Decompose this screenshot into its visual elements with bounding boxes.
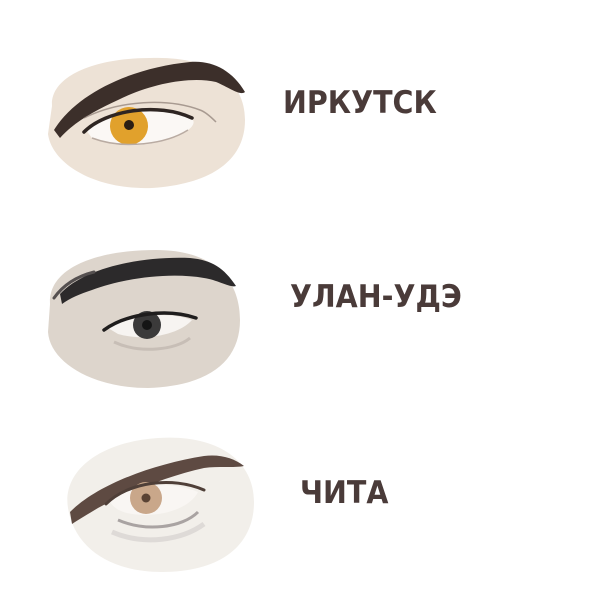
eye-illustration-ulan-ude: [48, 250, 240, 388]
pupil: [124, 120, 134, 130]
eye-illustration-chita: [67, 437, 254, 572]
eye-illustration-irkutsk: [48, 57, 245, 189]
city-label-ulan-ude: УЛАН-УДЭ: [290, 279, 462, 315]
city-label-chita: ЧИТА: [300, 475, 389, 511]
city-label-irkutsk: ИРКУТСК: [283, 85, 437, 121]
pupil: [141, 493, 151, 503]
pupil: [142, 320, 152, 330]
